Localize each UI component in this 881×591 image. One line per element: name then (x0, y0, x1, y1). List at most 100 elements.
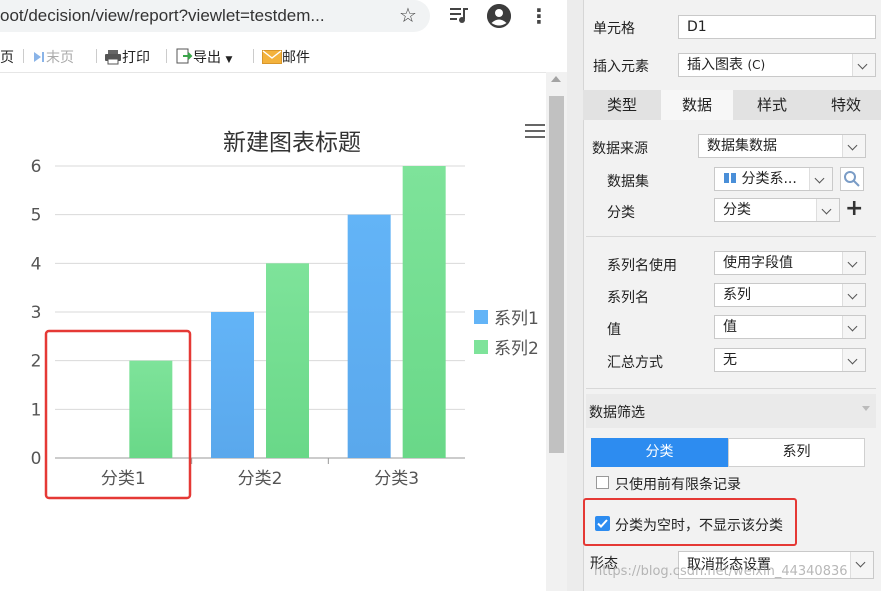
search-button[interactable] (840, 167, 864, 191)
tab-data[interactable]: 数据 (661, 90, 733, 120)
category-label: 分类 (607, 205, 635, 221)
toolbar-divider (23, 49, 24, 63)
data-source-value: 数据集数据 (707, 138, 777, 154)
summary-method-label: 汇总方式 (607, 355, 663, 371)
chevron-down-icon[interactable] (842, 284, 865, 306)
hide-empty-category-checkbox[interactable] (595, 516, 610, 531)
series-name-use-value: 使用字段值 (723, 255, 793, 271)
chevron-down-icon[interactable] (816, 199, 839, 221)
cell-input[interactable]: D1 (678, 15, 876, 39)
legend-swatch (474, 310, 488, 324)
data-source-label: 数据来源 (592, 141, 648, 157)
tab-effects[interactable]: 特效 (811, 90, 881, 120)
x-tick-label: 分类2 (238, 469, 283, 489)
printer-icon (105, 50, 121, 65)
report-toolbar: 页 末页 打印 导出 ▼ 邮件 (0, 40, 567, 73)
hide-empty-category-label: 分类为空时，不显示该分类 (615, 518, 783, 534)
only-first-records-checkbox[interactable] (596, 476, 609, 489)
summary-method-select[interactable]: 无 (714, 348, 866, 372)
scrollbar-thumb[interactable] (549, 96, 564, 453)
star-icon[interactable]: ☆ (399, 5, 419, 25)
bar-chart: 新建图表标题 0 1 2 3 4 5 6 分类1 分类2 分类3 系列1 系列2 (31, 130, 539, 500)
series-name-select[interactable]: 系列 (714, 283, 866, 307)
x-tick-label: 分类3 (374, 469, 419, 489)
chevron-down-icon[interactable] (842, 316, 865, 338)
y-tick-label: 1 (31, 400, 42, 420)
add-icon[interactable]: + (845, 198, 863, 220)
series-name-use-label: 系列名使用 (607, 258, 677, 274)
filter-tab-category[interactable]: 分类 (591, 438, 728, 467)
toolbar-divider (253, 49, 254, 63)
chevron-down-icon[interactable] (842, 349, 865, 371)
url-field[interactable]: oot/decision/view/report?viewlet=testdem… (0, 0, 430, 32)
x-axis-labels: 分类1 分类2 分类3 (101, 458, 419, 489)
print-button[interactable]: 打印 (104, 47, 150, 67)
y-tick-label: 0 (31, 449, 42, 469)
export-button[interactable]: 导出 ▼ (175, 47, 232, 67)
watermark: https://blog.csdn.net/weixin_44340836 (594, 564, 848, 579)
chart-menu-icon[interactable] (525, 124, 545, 138)
y-tick-label: 2 (31, 352, 42, 372)
value-label: 值 (607, 322, 621, 338)
chevron-down-icon[interactable] (842, 252, 865, 274)
insert-element-shortcut: (C) (747, 58, 766, 72)
mail-button[interactable]: 邮件 (262, 47, 310, 67)
dataset-select[interactable]: 分类系... (714, 167, 833, 191)
legend-swatch (474, 340, 488, 354)
summary-method-value: 无 (723, 352, 737, 368)
panel-splitter[interactable] (567, 0, 584, 591)
chevron-down-icon[interactable] (809, 168, 832, 190)
y-tick-label: 4 (31, 254, 42, 274)
data-source-select[interactable]: 数据集数据 (698, 134, 866, 158)
url-text[interactable]: oot/decision/view/report?viewlet=testdem… (0, 6, 325, 26)
chevron-down-icon[interactable] (852, 54, 875, 76)
tab-type[interactable]: 类型 (583, 90, 661, 120)
value-value: 值 (723, 319, 737, 335)
data-filter-label: 数据筛选 (589, 405, 645, 421)
filter-tab-series[interactable]: 系列 (728, 438, 865, 467)
y-tick-label: 6 (31, 157, 42, 177)
last-page-button[interactable]: 末页 (32, 47, 74, 67)
chevron-down-icon[interactable] (842, 135, 865, 157)
account-icon[interactable] (487, 4, 511, 28)
series-name-use-select[interactable]: 使用字段值 (714, 251, 866, 275)
legend-label: 系列1 (494, 309, 539, 329)
series-name-label: 系列名 (607, 290, 649, 306)
bar-系列2-分类3 (402, 166, 446, 458)
collapse-icon[interactable] (862, 406, 870, 411)
prev-page-button[interactable]: 页 (0, 47, 14, 67)
only-first-records-label: 只使用前有限条记录 (615, 477, 741, 493)
y-tick-label: 3 (31, 303, 42, 323)
menu-icon[interactable]: ⋮ (529, 6, 549, 26)
chart-title: 新建图表标题 (223, 130, 361, 156)
last-page-icon (34, 52, 44, 62)
search-icon (844, 171, 860, 187)
dataset-value: 分类系... (741, 171, 797, 187)
y-tick-label: 5 (31, 206, 42, 226)
playlist-icon[interactable] (449, 6, 469, 24)
mail-icon (262, 50, 282, 64)
bar-系列2-分类2 (266, 263, 309, 458)
export-label: 导出 (193, 50, 221, 66)
chevron-down-icon[interactable] (850, 552, 873, 578)
dataset-label: 数据集 (607, 174, 649, 190)
section-divider (586, 236, 876, 237)
last-page-label: 末页 (46, 50, 74, 66)
insert-element-value: 插入图表 (687, 57, 743, 73)
bar-系列1-分类3 (347, 214, 391, 458)
insert-element-select[interactable]: 插入图表 (C) (678, 53, 876, 77)
legend[interactable]: 系列1 系列2 (474, 309, 539, 359)
tab-style[interactable]: 样式 (733, 90, 811, 120)
mail-label: 邮件 (282, 50, 310, 66)
address-bar: oot/decision/view/report?viewlet=testdem… (0, 0, 567, 34)
value-select[interactable]: 值 (714, 315, 866, 339)
print-label: 打印 (122, 50, 150, 66)
category-select[interactable]: 分类 (714, 198, 840, 222)
x-tick-label: 分类1 (101, 469, 146, 489)
data-filter-header[interactable]: 数据筛选 (586, 394, 876, 428)
section-divider (586, 388, 876, 389)
y-axis-ticks: 0 1 2 3 4 5 6 (31, 157, 42, 469)
cell-label: 单元格 (593, 21, 635, 37)
browser-window: oot/decision/view/report?viewlet=testdem… (0, 0, 567, 591)
scroll-up-arrow-icon[interactable] (551, 76, 561, 82)
